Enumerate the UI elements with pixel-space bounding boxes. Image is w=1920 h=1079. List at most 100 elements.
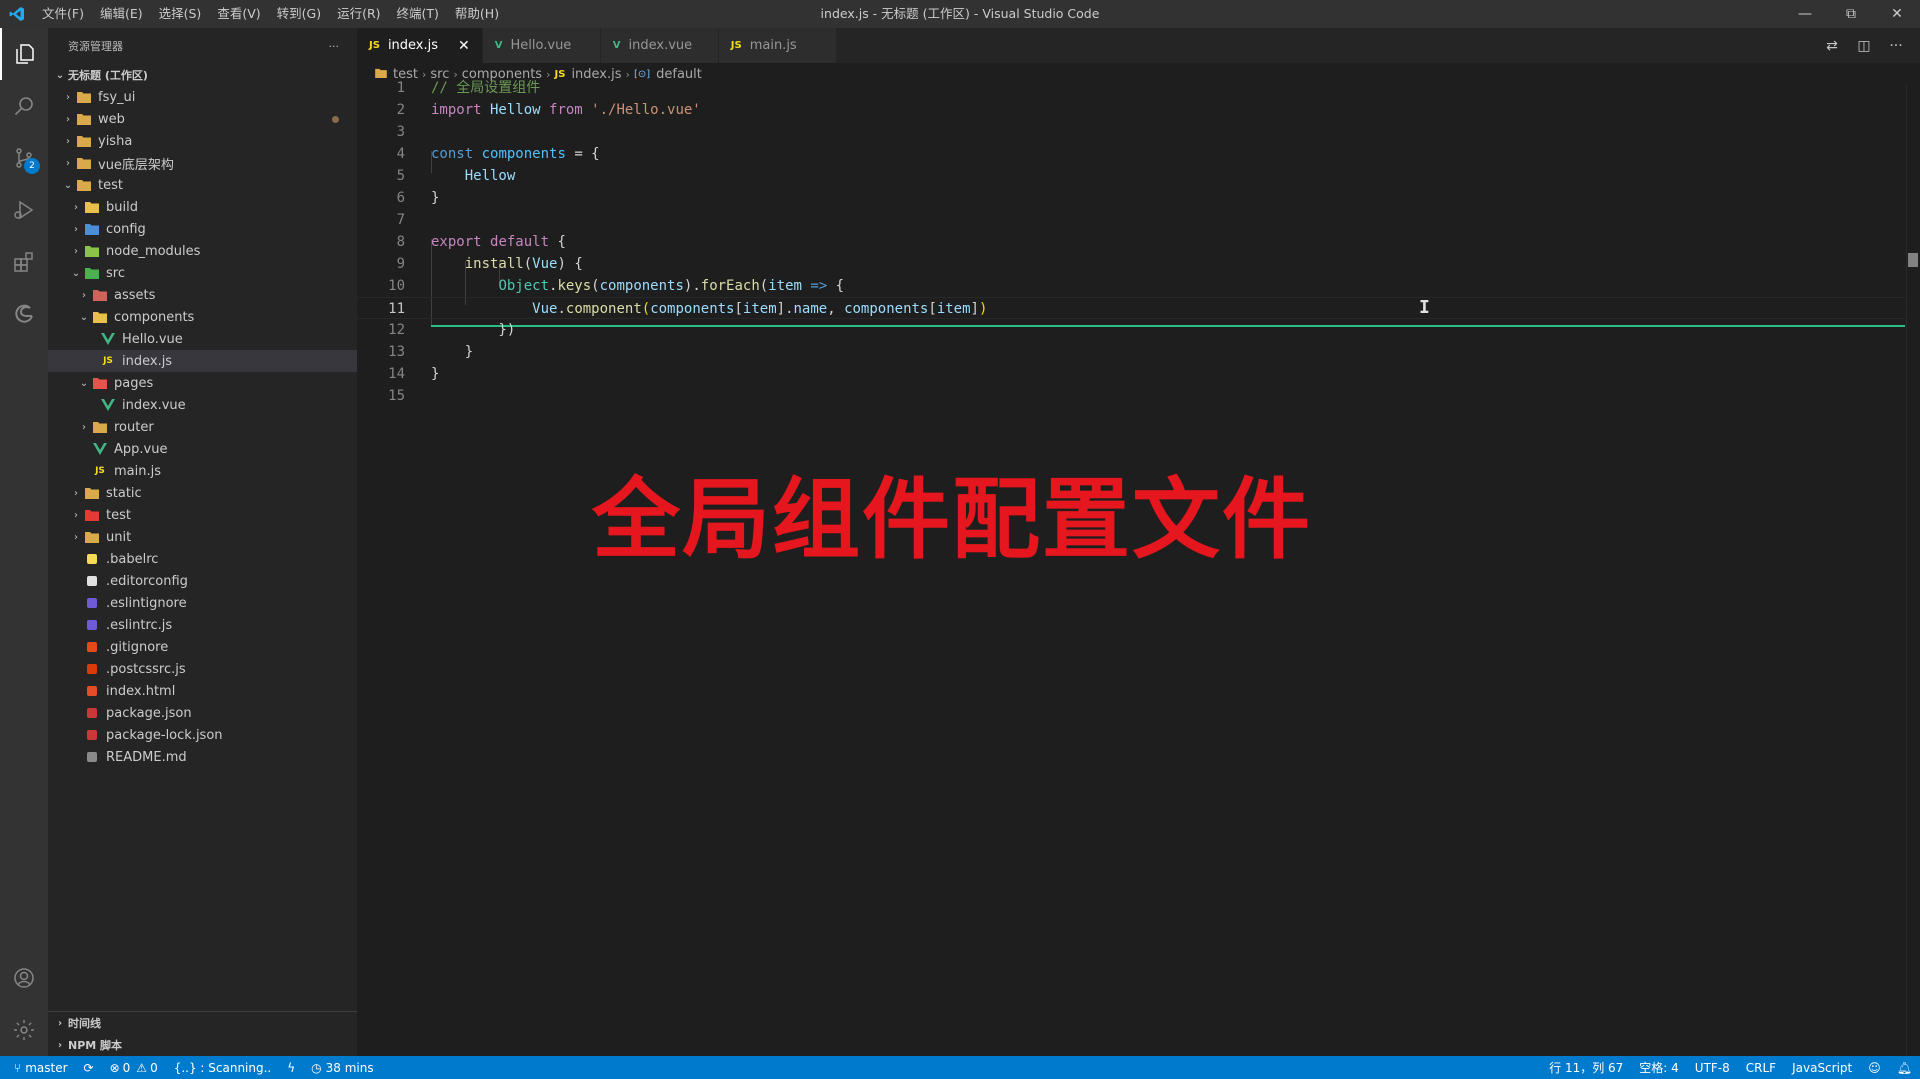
tree-item[interactable]: ⌄ components: [48, 306, 357, 328]
chevron-right-icon: ›: [82, 289, 86, 301]
menu-item[interactable]: 查看(V): [209, 0, 268, 28]
timeline-section[interactable]: › 时间线: [48, 1012, 357, 1034]
tree-item[interactable]: › test: [48, 504, 357, 526]
tree-item[interactable]: .gitignore: [48, 636, 357, 658]
encoding[interactable]: UTF-8: [1687, 1056, 1738, 1079]
more-actions-icon[interactable]: ···: [329, 40, 340, 53]
tree-item[interactable]: ⌄ test: [48, 174, 357, 196]
close-tab-icon[interactable]: ✕: [438, 38, 470, 54]
code-line: 11 Vue.component(components[item].name, …: [357, 297, 1905, 319]
tree-item[interactable]: › static: [48, 482, 357, 504]
tree-item[interactable]: JS index.js: [48, 350, 357, 372]
tree-item-label: router: [114, 419, 154, 435]
title-bar: 文件(F) 编辑(E) 选择(S) 查看(V) 转到(G) 运行(R) 终端(T) 帮助(H)…: [0, 0, 1920, 28]
menu-item[interactable]: 帮助(H): [447, 0, 507, 28]
language-mode[interactable]: JavaScript: [1784, 1056, 1860, 1079]
tree-item[interactable]: › web: [48, 108, 357, 130]
code-token: }: [431, 344, 474, 360]
problems-status[interactable]: ⊗ 0 ⚠ 0: [102, 1056, 166, 1079]
npm-scripts-section[interactable]: › NPM 脚本: [48, 1034, 357, 1056]
code-token: (: [591, 278, 600, 294]
tree-item[interactable]: package-lock.json: [48, 724, 357, 746]
tab-index-js[interactable]: JS index.js ✕: [357, 28, 483, 63]
menu-item[interactable]: 运行(R): [329, 0, 388, 28]
tree-item[interactable]: › config: [48, 218, 357, 240]
code-token: component: [565, 301, 642, 317]
menu-item[interactable]: 选择(S): [151, 0, 210, 28]
menu-item[interactable]: 编辑(E): [92, 0, 151, 28]
tree-item[interactable]: Hello.vue: [48, 328, 357, 350]
tab-Hello-vue[interactable]: V Hello.vue: [482, 28, 601, 63]
tree-item-label: test: [106, 507, 131, 523]
workspace-root[interactable]: ⌄ 无标题 (工作区): [48, 64, 357, 86]
tree-item[interactable]: package.json: [48, 702, 357, 724]
error-icon: ⊗: [109, 1060, 120, 1075]
cursor-position[interactable]: 行 11，列 67: [1541, 1056, 1631, 1079]
tree-item[interactable]: ⌄ pages: [48, 372, 357, 394]
chevron-right-icon: ›: [74, 487, 78, 499]
feedback-icon[interactable]: ☺: [1860, 1056, 1889, 1079]
tree-item-label: main.js: [114, 463, 161, 479]
line-code: }): [431, 319, 515, 341]
menu-item[interactable]: 文件(F): [34, 0, 92, 28]
restore-button[interactable]: ⧉: [1828, 0, 1874, 28]
minimize-button[interactable]: —: [1782, 0, 1828, 28]
tree-item[interactable]: JS main.js: [48, 460, 357, 482]
vertical-scrollbar[interactable]: [1906, 85, 1920, 1056]
notifications-icon[interactable]: 🔔︎: [1889, 1056, 1920, 1079]
line-ending[interactable]: CRLF: [1738, 1056, 1784, 1079]
source-control-icon[interactable]: 2: [0, 132, 48, 184]
open-changes-icon[interactable]: ⇄: [1816, 28, 1848, 63]
scanning-status[interactable]: {..} : Scanning..: [166, 1056, 280, 1079]
tree-item[interactable]: › node_modules: [48, 240, 357, 262]
tree-item[interactable]: .eslintignore: [48, 592, 357, 614]
more-icon[interactable]: ···: [1880, 28, 1912, 63]
tree-item[interactable]: ⌄ src: [48, 262, 357, 284]
sync-icon[interactable]: ⟳: [76, 1056, 102, 1079]
tree-item-label: Hello.vue: [122, 331, 183, 347]
tree-item[interactable]: .babelrc: [48, 548, 357, 570]
chevron-right-icon: ›: [74, 509, 78, 521]
live-icon[interactable]: ϟ: [279, 1056, 303, 1079]
tree-item[interactable]: .postcssrc.js: [48, 658, 357, 680]
extensions-icon[interactable]: [0, 236, 48, 288]
tree-item[interactable]: › vue底层架构: [48, 152, 357, 174]
run-debug-icon[interactable]: [0, 184, 48, 236]
tree-item[interactable]: README.md: [48, 746, 357, 768]
tree-item[interactable]: .editorconfig: [48, 570, 357, 592]
account-icon[interactable]: [0, 952, 48, 1004]
explorer-icon[interactable]: [0, 28, 48, 80]
edge-devtools-icon[interactable]: [0, 288, 48, 340]
tree-item[interactable]: › fsy_ui: [48, 86, 357, 108]
indentation[interactable]: 空格: 4: [1631, 1056, 1687, 1079]
tree-item[interactable]: › build: [48, 196, 357, 218]
line-code: // 全局设置组件: [431, 77, 540, 99]
chevron-right-icon: ›: [66, 157, 70, 169]
chevron-down-icon: ⌄: [79, 377, 89, 389]
status-bar: ⑂ master ⟳ ⊗ 0 ⚠ 0 {..} : Scanning.. ϟ ◷…: [0, 1056, 1920, 1079]
tree-item[interactable]: .eslintrc.js: [48, 614, 357, 636]
tab-index-vue[interactable]: Vindex.vue: [600, 28, 719, 63]
settings-gear-icon[interactable]: [0, 1004, 48, 1056]
menu-item[interactable]: 终端(T): [389, 0, 447, 28]
tree-item[interactable]: › yisha: [48, 130, 357, 152]
tab-main-js[interactable]: JS main.js: [718, 28, 837, 63]
search-icon[interactable]: [0, 80, 48, 132]
branch-status[interactable]: ⑂ master: [0, 1056, 76, 1079]
chevron-right-icon: ›: [66, 135, 70, 147]
line-number: 13: [388, 344, 405, 360]
tree-item[interactable]: › assets: [48, 284, 357, 306]
tree-item[interactable]: index.html: [48, 680, 357, 702]
folder-src-icon: [84, 266, 100, 280]
menu-item[interactable]: 转到(G): [269, 0, 329, 28]
close-window-button[interactable]: ✕: [1874, 0, 1920, 28]
time-status[interactable]: ◷ 38 mins: [303, 1056, 381, 1079]
tree-item[interactable]: App.vue: [48, 438, 357, 460]
split-editor-icon[interactable]: ◫: [1848, 28, 1880, 63]
tree-item-label: config: [106, 221, 146, 237]
tree-item[interactable]: index.vue: [48, 394, 357, 416]
chevron-right-icon: ›: [57, 1017, 63, 1029]
tree-item[interactable]: › unit: [48, 526, 357, 548]
tree-item[interactable]: › router: [48, 416, 357, 438]
